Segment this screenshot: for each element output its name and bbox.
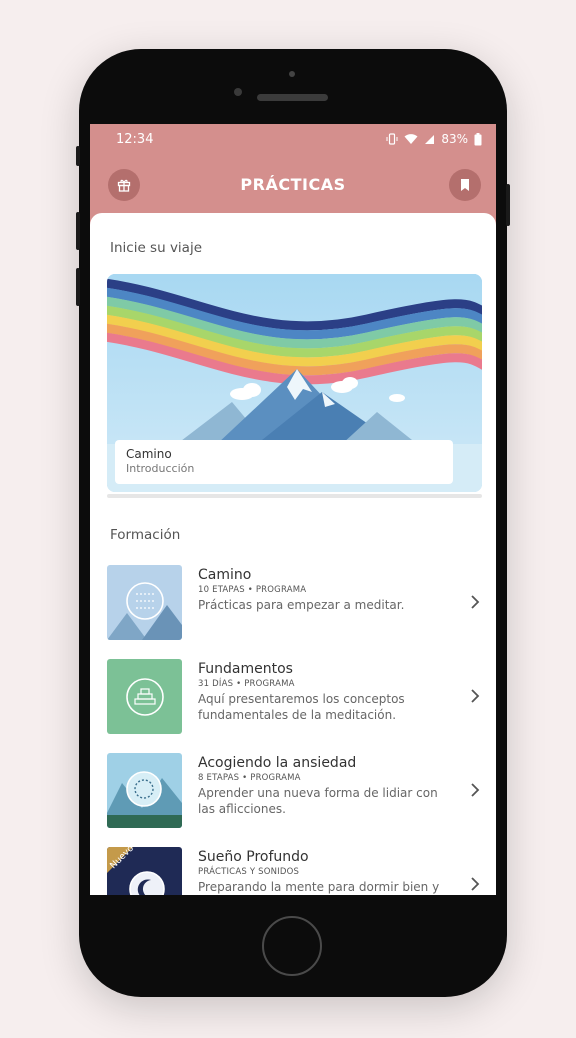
status-bar: 12:34 83% bbox=[90, 124, 496, 154]
item-meta: PRÁCTICAS Y SONIDOS bbox=[198, 867, 300, 877]
phone-volume-up bbox=[76, 212, 80, 250]
phone-side-button bbox=[76, 146, 80, 166]
vibrate-icon bbox=[386, 133, 398, 145]
app-header: PRÁCTICAS bbox=[90, 154, 496, 214]
item-meta: 31 DÍAS • PROGRAMA bbox=[198, 679, 295, 689]
item-title: Camino bbox=[198, 567, 252, 583]
list-item-ansiedad[interactable]: Acogiendo la ansiedad 8 ETAPAS • PROGRAM… bbox=[107, 753, 482, 828]
hero-title: Camino bbox=[126, 447, 172, 461]
chevron-right-icon bbox=[471, 689, 480, 703]
item-description: Prácticas para empezar a meditar. bbox=[198, 598, 405, 612]
phone-volume-down bbox=[76, 268, 80, 306]
item-text: Fundamentos 31 DÍAS • PROGRAMA Aquí pres… bbox=[198, 661, 453, 723]
bookmark-button[interactable] bbox=[449, 169, 481, 201]
item-title: Sueño Profundo bbox=[198, 849, 309, 865]
wifi-icon bbox=[404, 134, 418, 144]
item-text: Sueño Profundo PRÁCTICAS Y SONIDOS Prepa… bbox=[198, 849, 453, 895]
camino-thumbnail bbox=[107, 565, 182, 640]
status-icons: 83% bbox=[386, 132, 482, 146]
sueno-thumbnail-icon: Nuevo bbox=[107, 847, 182, 895]
signal-icon bbox=[425, 134, 435, 144]
item-title: Acogiendo la ansiedad bbox=[198, 755, 357, 771]
camino-thumbnail-icon bbox=[107, 565, 182, 640]
status-time: 12:34 bbox=[116, 131, 154, 147]
list-item-sueno[interactable]: Nuevo Sueño Profundo PRÁCTICAS Y SONIDOS… bbox=[107, 847, 482, 895]
hero-subtitle: Introducción bbox=[126, 462, 195, 475]
gift-button[interactable] bbox=[108, 169, 140, 201]
chevron-right-icon bbox=[471, 783, 480, 797]
item-meta: 10 ETAPAS • PROGRAMA bbox=[198, 585, 307, 595]
gift-icon bbox=[117, 179, 131, 192]
chevron-right-icon bbox=[471, 877, 480, 891]
phone-sensor bbox=[289, 71, 295, 77]
hero-divider bbox=[107, 494, 482, 498]
section-title-formacion: Formación bbox=[110, 527, 181, 543]
battery-icon bbox=[474, 132, 482, 145]
fundamentos-thumbnail-icon bbox=[107, 659, 182, 734]
content-panel: Inicie su viaje Camino Introducción Form… bbox=[90, 213, 496, 895]
home-button[interactable] bbox=[262, 916, 322, 976]
item-description: Preparando la mente para dormir bien y bbox=[198, 880, 440, 894]
sueno-thumbnail: Nuevo bbox=[107, 847, 182, 895]
journey-hero-label: Camino Introducción bbox=[115, 440, 453, 484]
ansiedad-thumbnail bbox=[107, 753, 182, 828]
phone-camera bbox=[234, 88, 242, 96]
chevron-right-icon bbox=[471, 595, 480, 609]
ansiedad-thumbnail-icon bbox=[107, 753, 182, 828]
list-item-fundamentos[interactable]: Fundamentos 31 DÍAS • PROGRAMA Aquí pres… bbox=[107, 659, 482, 734]
phone-speaker bbox=[257, 94, 328, 101]
journey-hero-card[interactable]: Camino Introducción bbox=[107, 274, 482, 492]
app-screen: 12:34 83% PRÁCTICAS Inicie su viaje Cami… bbox=[90, 124, 496, 895]
item-description: Aquí presentaremos los conceptos fundame… bbox=[198, 692, 405, 722]
item-text: Camino 10 ETAPAS • PROGRAMA Prácticas pa… bbox=[198, 567, 453, 613]
page-title: PRÁCTICAS bbox=[240, 174, 346, 194]
item-text: Acogiendo la ansiedad 8 ETAPAS • PROGRAM… bbox=[198, 755, 453, 817]
list-item-camino[interactable]: Camino 10 ETAPAS • PROGRAMA Prácticas pa… bbox=[107, 565, 482, 640]
item-description: Aprender una nueva forma de lidiar con l… bbox=[198, 786, 438, 816]
item-title: Fundamentos bbox=[198, 661, 293, 677]
phone-power-button bbox=[506, 184, 510, 226]
battery-percent: 83% bbox=[441, 132, 468, 146]
fundamentos-thumbnail bbox=[107, 659, 182, 734]
section-title-journey: Inicie su viaje bbox=[110, 240, 203, 256]
bookmark-icon bbox=[461, 179, 469, 191]
item-meta: 8 ETAPAS • PROGRAMA bbox=[198, 773, 301, 783]
